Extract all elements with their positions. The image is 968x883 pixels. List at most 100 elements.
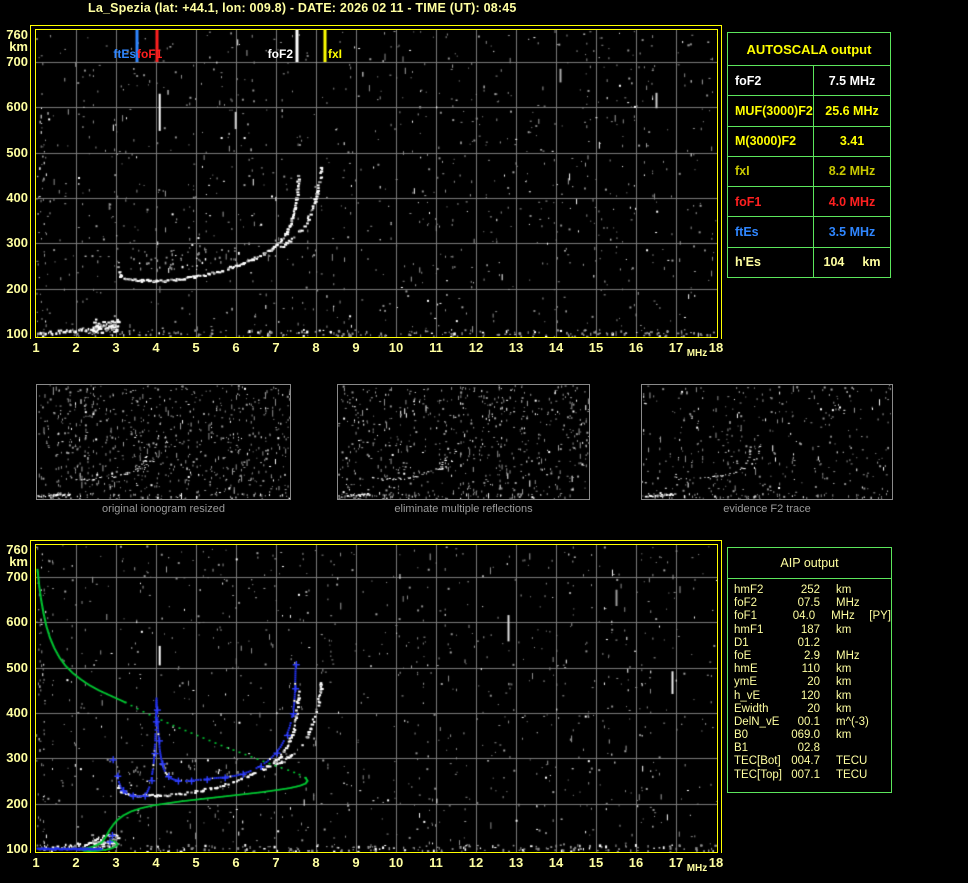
- aip-row-unit: km: [836, 584, 852, 596]
- aip-row-label: ymE: [734, 676, 757, 689]
- autoscala-row-value: 3.41: [813, 126, 890, 156]
- x-axis-tick: 14: [548, 855, 564, 870]
- aip-row-label: foF1: [734, 610, 758, 623]
- x-axis-tick: 2: [72, 340, 80, 355]
- x-axis-tick: 5: [192, 855, 200, 870]
- aip-row-value: 20: [807, 676, 820, 689]
- x-axis-tick: 1: [32, 855, 40, 870]
- aip-row-unit: MHz: [836, 649, 860, 662]
- aip-row-hmF2: hmF2 252 km: [734, 584, 891, 597]
- aip-row-unit: km: [836, 623, 852, 636]
- aip-row-value: 2.9: [804, 649, 820, 662]
- aip-row-label: B0: [734, 729, 749, 742]
- thumbnail-eliminate-reflections: [337, 384, 590, 500]
- x-axis-tick: 1: [32, 340, 40, 355]
- y-axis-tick: 100: [6, 326, 28, 341]
- y-axis-tick: 600: [6, 99, 28, 115]
- aip-row-value: 187: [800, 623, 820, 636]
- autoscala-row-MUF(3000)F2: MUF(3000)F2 25.6 MHz: [728, 95, 890, 126]
- ionogram-canvas: [36, 30, 717, 337]
- y-axis-tick: 100: [6, 841, 28, 856]
- bottom-plot-outer-left: [30, 540, 31, 853]
- aip-row-unit: km: [836, 676, 852, 689]
- x-axis-tick: 3: [112, 340, 120, 355]
- x-axis-tick: 2: [72, 855, 80, 870]
- autoscala-row-value: 7.5 MHz: [813, 66, 890, 96]
- aip-row-label: D1: [734, 636, 749, 649]
- aip-row-value: 069.0: [791, 729, 820, 742]
- x-axis-tick: 15: [588, 340, 604, 355]
- thumbnail-original-caption: original ionogram resized: [102, 503, 225, 515]
- aip-row-value: 007.1: [791, 768, 820, 781]
- aip-row-label: hmF1: [734, 623, 764, 636]
- thumbnail-evidence-canvas: [642, 385, 892, 499]
- aip-row-value: 110: [801, 663, 820, 676]
- aip-row-unit: MHz: [831, 610, 855, 623]
- y-axis-tick: 400: [6, 705, 28, 720]
- aip-row-extra: [PY]: [869, 610, 891, 623]
- x-axis-tick: 15: [588, 855, 604, 870]
- aip-row-label: foE: [734, 649, 752, 662]
- aip-row-B1: B1 02.8: [734, 742, 891, 755]
- y-axis-tick: 300: [6, 235, 28, 251]
- aip-row-unit: km: [836, 729, 852, 742]
- aip-row-value: 20: [807, 702, 820, 715]
- aip-row-foF1: foF1 04.0 MHz [PY]: [734, 610, 891, 623]
- aip-row-unit: km: [836, 663, 852, 676]
- x-axis-tick: 3: [112, 855, 120, 870]
- x-axis-tick: 11: [429, 855, 443, 870]
- autoscala-value-text: 7.5 MHz: [828, 73, 876, 88]
- autoscala-value-unit: km: [862, 255, 881, 270]
- ionogram-plot: [35, 29, 718, 338]
- aip-row-label: DelN_vE: [734, 715, 780, 728]
- top-plot-outer-left: [30, 25, 31, 339]
- profile-plot: [35, 544, 718, 853]
- x-axis-tick: 7: [272, 855, 280, 870]
- aip-row-label: foF2: [734, 597, 758, 610]
- autoscala-row-label: foF1: [735, 194, 762, 209]
- aip-row-unit: TECU: [836, 768, 868, 781]
- aip-row-unit: MHz: [836, 597, 860, 610]
- x-axis-tick: 6: [232, 855, 240, 870]
- autoscala-value-text: 104: [823, 255, 845, 270]
- thumbnail-original-canvas: [37, 385, 290, 499]
- autoscala-value-text: 3.5 MHz: [828, 225, 876, 240]
- aip-table-header: AIP output: [728, 548, 891, 579]
- autoscala-row-value: 3.5 MHz: [813, 217, 890, 247]
- aip-row-unit: TECU: [836, 755, 868, 768]
- x-axis-tick: 16: [628, 340, 644, 355]
- autoscala-row-label: M(3000)F2: [735, 134, 797, 149]
- thumbnail-evidence-caption: evidence F2 trace: [723, 503, 811, 515]
- aip-row-label: hmF2: [734, 584, 764, 596]
- aip-output-table: AIP output hmF2 252 km foF2 07.5 MHz foF1 04.0 M…: [727, 547, 892, 793]
- aip-row-foF2: foF2 07.5 MHz: [734, 597, 891, 610]
- x-axis-tick: 10: [388, 855, 404, 870]
- x-axis-tick: 16: [628, 855, 644, 870]
- autoscala-row-value: 104 km: [813, 247, 890, 277]
- x-axis-tick: 5: [192, 340, 200, 355]
- autoscala-row-label: fxI: [735, 164, 750, 179]
- y-axis-tick: 700: [6, 569, 28, 584]
- y-axis-tick: 500: [6, 144, 28, 160]
- x-axis-tick: 4: [152, 340, 160, 355]
- aip-row-hmE: hmE 110 km: [734, 663, 891, 676]
- aip-row-TEC[Bot]: TEC[Bot] 004.7 TECU: [734, 755, 891, 768]
- x-axis-tick: 13: [508, 340, 524, 355]
- marker-label-fxI: fxI: [328, 47, 343, 61]
- aip-row-TEC[Top]: TEC[Top] 007.1 TECU: [734, 769, 891, 782]
- thumbnail-eliminate-canvas: [338, 385, 589, 499]
- aip-row-DelN_vE: DelN_vE 00.1 m^(-3): [734, 716, 891, 729]
- aip-row-hmF1: hmF1 187 km: [734, 624, 891, 637]
- aip-row-value: 252: [800, 584, 820, 596]
- marker-label-foF2: foF2: [267, 47, 293, 61]
- bottom-plot-outer-right: [721, 540, 722, 853]
- y-axis-tick: 200: [6, 280, 28, 296]
- x-axis-unit-label: MHz: [686, 348, 708, 359]
- autoscala-row-foF2: foF2 7.5 MHz: [728, 65, 890, 96]
- x-axis-tick: 13: [508, 855, 524, 870]
- autoscala-row-M(3000)F2: M(3000)F2 3.41: [728, 125, 890, 156]
- aip-row-value: 02.8: [797, 742, 820, 755]
- aip-row-h_vE: h_vE 120 km: [734, 690, 891, 703]
- top-plot-outer-right: [721, 25, 722, 339]
- aip-row-label: TEC[Bot]: [734, 755, 781, 768]
